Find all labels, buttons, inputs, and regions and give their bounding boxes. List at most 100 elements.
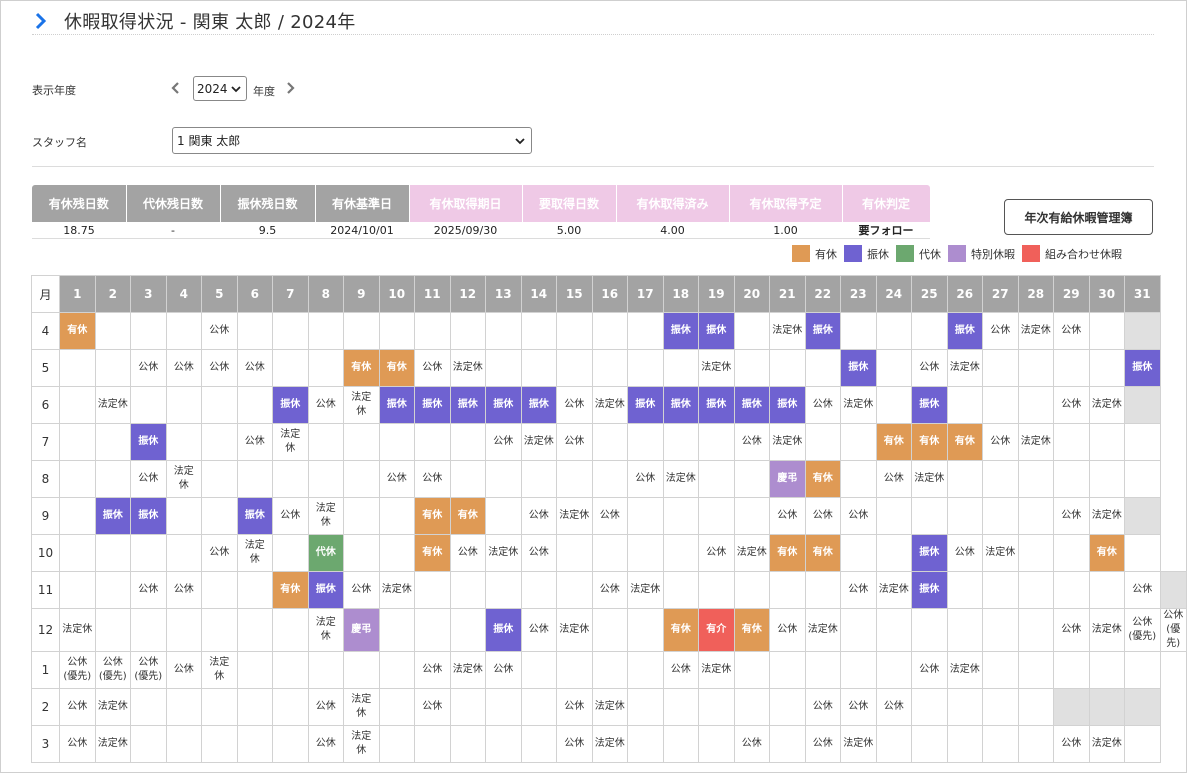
leave-day-cell[interactable]: 振休 [911,534,948,572]
leave-day-cell[interactable]: 代休 [307,534,344,572]
leave-day-cell[interactable]: 有休 [414,534,451,572]
leave-day-cell[interactable]: 振休 [130,423,167,461]
summary-value: 1.00 [729,222,842,239]
day-column-header: 12 [449,275,486,313]
day-cell [627,534,664,572]
leave-day-cell[interactable]: 有休 [378,349,415,387]
legend-label: 有休 [815,247,837,261]
day-column-header: 5 [201,275,238,313]
day-column-header: 3 [130,275,167,313]
day-cell: 公休 [556,386,593,424]
leave-day-cell[interactable]: 振休 [698,312,735,350]
leave-day-cell[interactable]: 振休 [449,386,486,424]
leave-day-cell[interactable]: 振休 [911,571,948,609]
legend-item: 特別休暇 [948,245,1015,262]
day-cell: 公休 [485,651,522,689]
day-cell [982,688,1019,726]
leave-day-cell[interactable]: 有休 [733,608,770,652]
day-cell: 法定休 [94,386,131,424]
day-cell [272,349,309,387]
leave-day-cell[interactable]: 振休 [414,386,451,424]
leave-day-cell[interactable]: 有休 [911,423,948,461]
leave-day-cell[interactable]: 振休 [272,386,309,424]
day-cell [804,571,841,609]
leave-day-cell[interactable]: 振休 [840,349,877,387]
day-cell: 公休 [840,688,877,726]
leave-day-cell[interactable]: 振休 [94,497,131,535]
previous-year-icon[interactable] [170,81,182,95]
leave-day-cell[interactable]: 振休 [804,312,841,350]
day-cell [165,386,202,424]
leave-day-cell[interactable]: 振休 [236,497,273,535]
day-cell [378,497,415,535]
leave-day-cell[interactable]: 振休 [485,608,522,652]
day-cell [520,349,557,387]
day-cell: 法定休 [343,688,380,726]
day-cell: 公休 [1053,725,1090,763]
day-cell [449,312,486,350]
day-cell [627,725,664,763]
leave-day-cell[interactable]: 振休 [378,386,415,424]
leave-day-cell[interactable]: 有休 [662,608,699,652]
day-cell: 公休 [840,571,877,609]
leave-day-cell[interactable]: 振休 [769,386,806,424]
day-cell: 公休 (優先) [1124,608,1161,652]
leave-day-cell[interactable]: 振休 [520,386,557,424]
day-cell [485,497,522,535]
day-cell: 公休 [875,460,912,498]
year-select[interactable]: 2024 [193,76,247,101]
day-cell [343,312,380,350]
annual-leave-ledger-button[interactable]: 年次有給休暇管理簿 [1004,199,1153,235]
day-cell [1124,534,1161,572]
leave-day-cell[interactable]: 有休 [59,312,96,350]
leave-day-cell[interactable]: 有休 [272,571,309,609]
legend-swatch [1022,245,1040,262]
day-cell: 公休 [236,349,273,387]
day-cell: 公休 [982,312,1019,350]
leave-day-cell[interactable]: 振休 [733,386,770,424]
day-cell [1017,497,1054,535]
summary-header: 有休取得予定 [729,185,843,222]
day-cell [485,349,522,387]
day-cell: 公休 [378,460,415,498]
day-cell [769,651,806,689]
leave-day-cell[interactable]: 有休 [804,534,841,572]
day-cell [272,312,309,350]
day-cell [875,312,912,350]
day-cell [130,688,167,726]
leave-day-cell[interactable]: 慶弔 [343,608,380,652]
leave-day-cell[interactable]: 振休 [698,386,735,424]
day-column-header: 30 [1088,275,1125,313]
day-column-header: 2 [94,275,131,313]
leave-day-cell[interactable]: 有休 [769,534,806,572]
day-cell [733,349,770,387]
day-cell [556,651,593,689]
leave-day-cell[interactable]: 有休 [804,460,841,498]
leave-day-cell[interactable]: 振休 [307,571,344,609]
leave-day-cell[interactable]: 有休 [875,423,912,461]
leave-day-cell[interactable]: 有介 [698,608,735,652]
leave-day-cell[interactable]: 有休 [343,349,380,387]
leave-day-cell[interactable]: 振休 [946,312,983,350]
leave-day-cell[interactable]: 振休 [627,386,664,424]
day-cell [378,312,415,350]
day-cell [911,497,948,535]
divider [32,166,1154,167]
leave-day-cell[interactable]: 有休 [414,497,451,535]
leave-day-cell[interactable]: 振休 [485,386,522,424]
leave-day-cell[interactable]: 振休 [130,497,167,535]
leave-day-cell[interactable]: 振休 [911,386,948,424]
leave-day-cell[interactable]: 振休 [662,312,699,350]
day-cell [1017,534,1054,572]
day-cell: 公休 [804,497,841,535]
staff-select[interactable]: 1 関東 太郎 [172,127,532,154]
day-cell: 法定休 [1017,312,1054,350]
leave-day-cell[interactable]: 振休 [662,386,699,424]
leave-day-cell[interactable]: 有休 [1088,534,1125,572]
day-cell [236,725,273,763]
leave-day-cell[interactable]: 振休 [1124,349,1161,387]
leave-day-cell[interactable]: 有休 [449,497,486,535]
leave-day-cell[interactable]: 有休 [946,423,983,461]
leave-day-cell[interactable]: 慶弔 [769,460,806,498]
next-year-icon[interactable] [284,81,296,95]
